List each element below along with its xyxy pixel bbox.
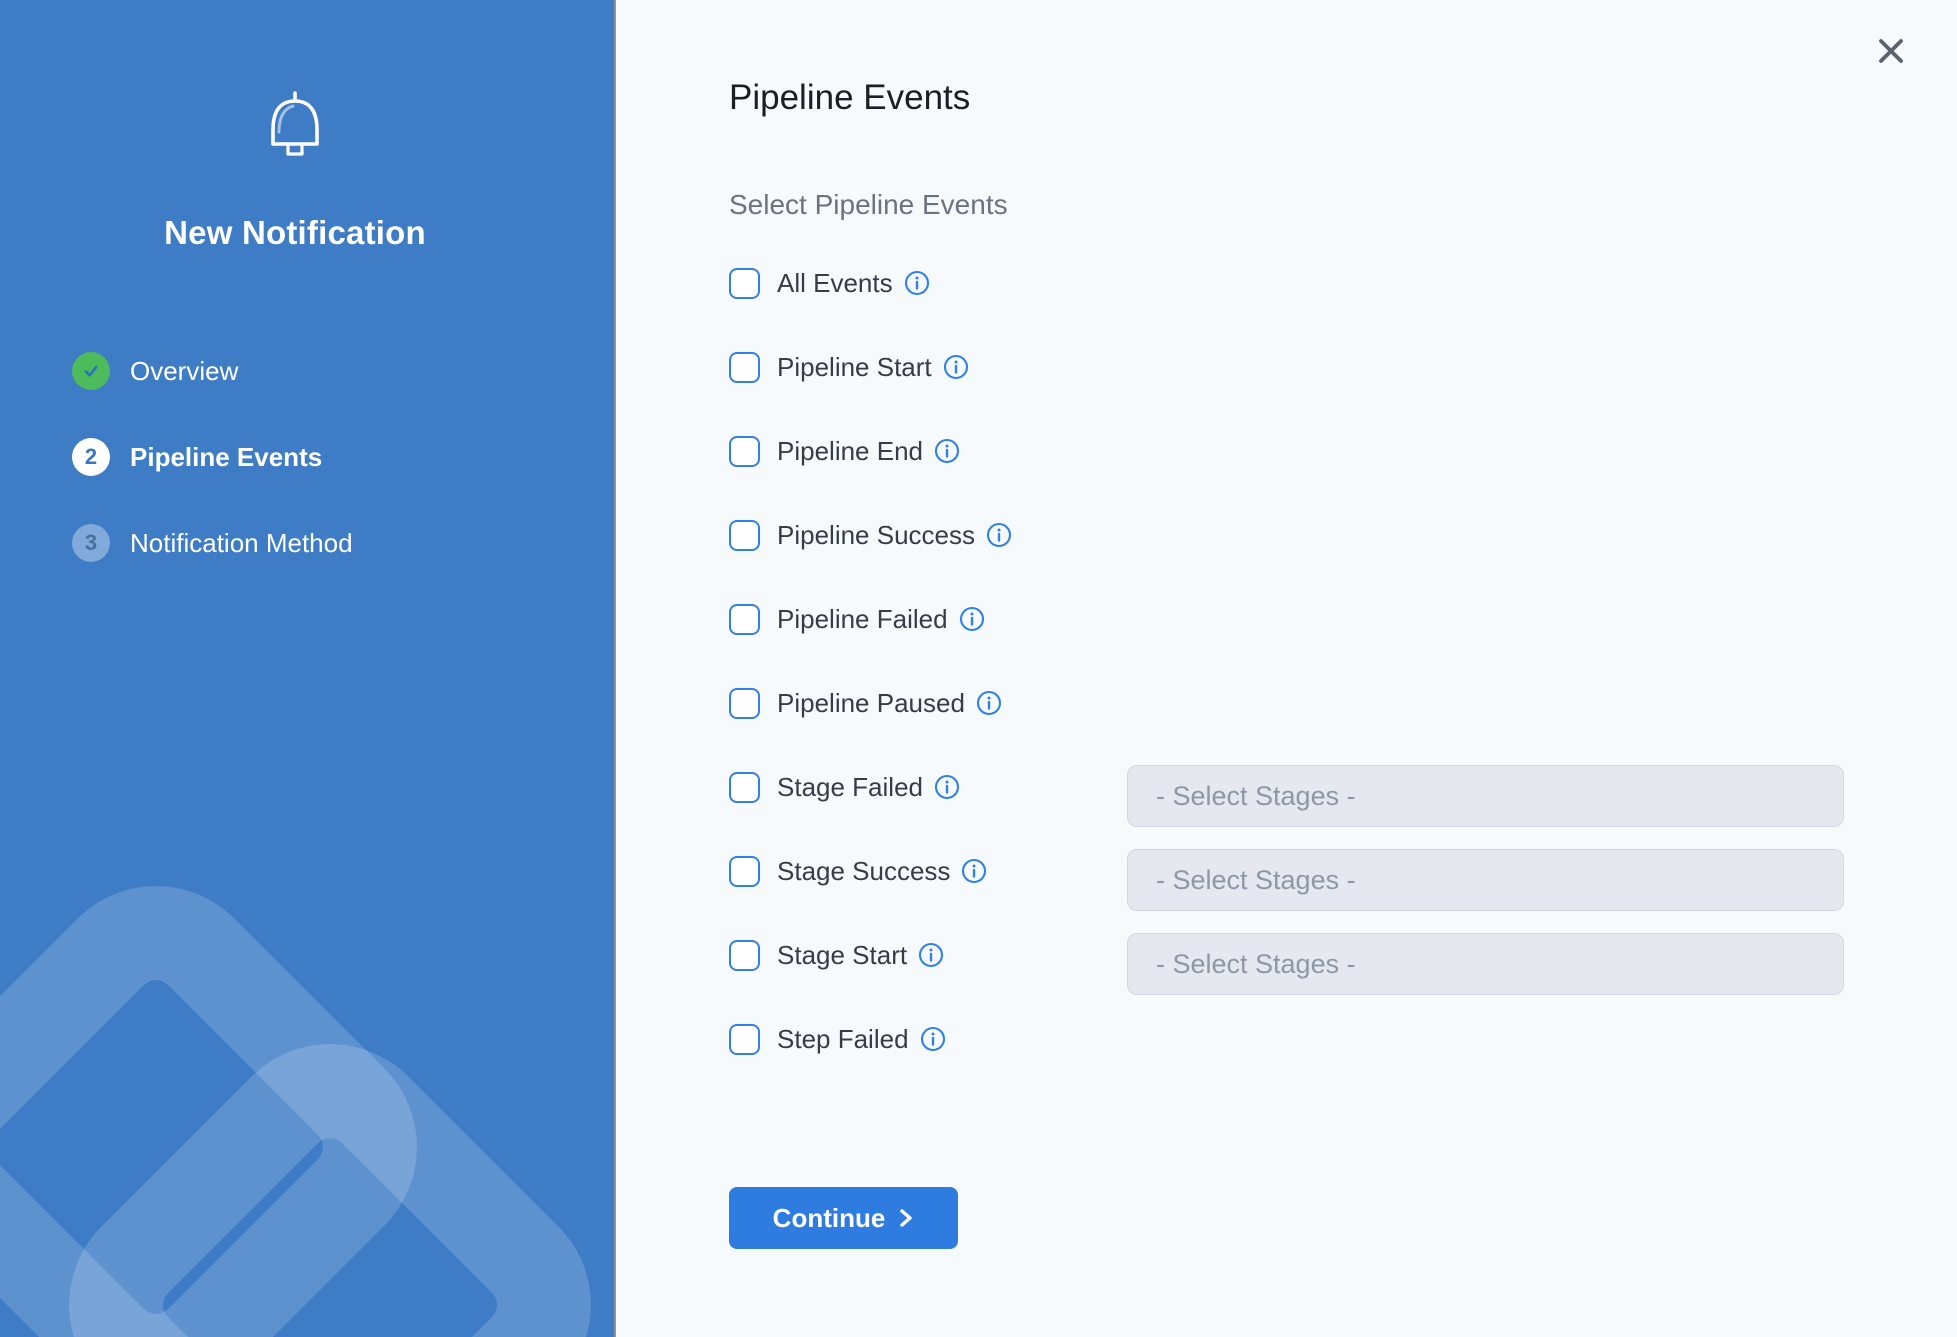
event-label: Pipeline End <box>777 436 923 467</box>
pipeline-end-checkbox[interactable] <box>729 436 760 467</box>
info-icon[interactable] <box>934 438 960 464</box>
event-row-pipeline-paused: Pipeline Paused <box>729 661 1957 745</box>
event-label: Step Failed <box>777 1024 909 1055</box>
pipeline-start-checkbox[interactable] <box>729 352 760 383</box>
info-icon[interactable] <box>943 354 969 380</box>
event-row-step-failed: Step Failed <box>729 997 1957 1081</box>
event-list: All Events Pipeline Start <box>729 241 1957 1081</box>
stage-success-stage-select[interactable]: - Select Stages - <box>1127 849 1844 911</box>
chevron-right-icon <box>898 1208 914 1228</box>
step-number-badge: 2 <box>72 438 110 476</box>
step-overview[interactable]: Overview <box>0 352 590 390</box>
section-subtitle: Select Pipeline Events <box>729 190 1957 220</box>
check-icon <box>80 360 102 382</box>
logo-watermark <box>0 697 614 1337</box>
step-label: Notification Method <box>130 528 353 559</box>
stage-failed-checkbox[interactable] <box>729 772 760 803</box>
pipeline-success-checkbox[interactable] <box>729 520 760 551</box>
event-row-all-events: All Events <box>729 241 1957 325</box>
event-row-stage-success: Stage Success - Select Stages - <box>729 829 1957 913</box>
event-label: Pipeline Success <box>777 520 975 551</box>
step-notification-method[interactable]: 3 Notification Method <box>0 524 590 562</box>
event-row-pipeline-start: Pipeline Start <box>729 325 1957 409</box>
stage-start-stage-select[interactable]: - Select Stages - <box>1127 933 1844 995</box>
info-icon[interactable] <box>959 606 985 632</box>
info-icon[interactable] <box>961 858 987 884</box>
event-row-pipeline-end: Pipeline End <box>729 409 1957 493</box>
info-icon[interactable] <box>904 270 930 296</box>
wizard-title: New Notification <box>0 214 590 252</box>
bell-icon <box>262 90 328 162</box>
event-label: Pipeline Start <box>777 352 932 383</box>
close-icon <box>1876 36 1906 66</box>
event-row-pipeline-failed: Pipeline Failed <box>729 577 1957 661</box>
event-label: Pipeline Paused <box>777 688 965 719</box>
event-label: All Events <box>777 268 893 299</box>
event-label: Pipeline Failed <box>777 604 948 635</box>
event-label: Stage Failed <box>777 772 923 803</box>
wizard-sidebar: New Notification Overview 2 Pipeline Eve… <box>0 0 616 1337</box>
event-row-stage-start: Stage Start - Select Stages - <box>729 913 1957 997</box>
info-icon[interactable] <box>986 522 1012 548</box>
stage-success-checkbox[interactable] <box>729 856 760 887</box>
info-icon[interactable] <box>920 1026 946 1052</box>
info-icon[interactable] <box>934 774 960 800</box>
continue-label: Continue <box>773 1203 886 1234</box>
stage-start-checkbox[interactable] <box>729 940 760 971</box>
event-row-pipeline-success: Pipeline Success <box>729 493 1957 577</box>
event-label: Stage Success <box>777 856 950 887</box>
step-failed-checkbox[interactable] <box>729 1024 760 1055</box>
pipeline-events-panel: Pipeline Events Select Pipeline Events A… <box>616 0 1957 1337</box>
step-number-badge: 3 <box>72 524 110 562</box>
info-icon[interactable] <box>976 690 1002 716</box>
step-pipeline-events[interactable]: 2 Pipeline Events <box>0 438 590 476</box>
page-title: Pipeline Events <box>729 78 1957 118</box>
close-button[interactable] <box>1875 35 1907 67</box>
all-events-checkbox[interactable] <box>729 268 760 299</box>
stage-failed-stage-select[interactable]: - Select Stages - <box>1127 765 1844 827</box>
pipeline-paused-checkbox[interactable] <box>729 688 760 719</box>
step-label: Pipeline Events <box>130 442 322 473</box>
pipeline-failed-checkbox[interactable] <box>729 604 760 635</box>
continue-button[interactable]: Continue <box>729 1187 958 1249</box>
info-icon[interactable] <box>918 942 944 968</box>
event-row-stage-failed: Stage Failed - Select Stages - <box>729 745 1957 829</box>
event-label: Stage Start <box>777 940 907 971</box>
step-done-badge <box>72 352 110 390</box>
wizard-steps: Overview 2 Pipeline Events 3 Notificatio… <box>0 352 590 562</box>
step-label: Overview <box>130 356 238 387</box>
